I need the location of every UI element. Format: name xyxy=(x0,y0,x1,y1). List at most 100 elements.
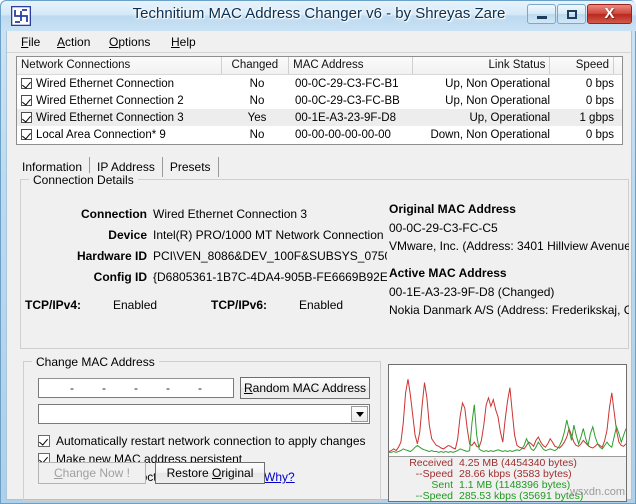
mac-separator: - xyxy=(70,381,74,395)
label-tcpipv4: TCP/IPv4: xyxy=(25,298,82,312)
change-mac-address-group: Change MAC Address - - - - - Random MAC … xyxy=(23,355,381,501)
row-mac-cell: 00-00-00-00-00-00 xyxy=(295,128,391,141)
row-speed-cell: 0 bps xyxy=(585,94,614,107)
label-device: Device xyxy=(108,228,147,242)
menu-bar: File Action Options Help xyxy=(7,31,631,53)
client-area: File Action Options Help Network Connect… xyxy=(6,31,632,502)
mac-address-input[interactable]: - - - - - xyxy=(38,378,234,398)
sent-speed-label: --Speed xyxy=(415,490,453,502)
checkbox-auto-restart-label: Automatically restart network connection… xyxy=(56,434,366,448)
menu-action[interactable]: Action xyxy=(51,34,96,50)
row-name-cell[interactable]: Wired Ethernet Connection 2 xyxy=(17,94,223,107)
random-mac-label: Random MAC Address xyxy=(243,381,367,395)
chevron-down-icon[interactable] xyxy=(351,406,368,422)
why-link[interactable]: Why? xyxy=(264,470,295,484)
column-header-changed[interactable]: Changed xyxy=(222,57,290,74)
original-mac-address: 00-0C-29-C3-FC-C5 xyxy=(389,221,498,235)
row-checkbox[interactable] xyxy=(21,77,32,89)
mac-separator: - xyxy=(134,381,138,395)
minimize-button[interactable] xyxy=(527,4,556,24)
row-changed-cell: Yes xyxy=(247,111,267,124)
column-header-mac-address[interactable]: MAC Address xyxy=(289,57,414,74)
label-hardware-id: Hardware ID xyxy=(76,249,147,263)
row-speed-cell: 1 gbps xyxy=(579,111,614,124)
label-connection: Connection xyxy=(81,207,147,221)
maximize-button[interactable] xyxy=(557,4,586,24)
table-row-selected[interactable]: Wired Ethernet Connection 3 Yes 00-1E-A3… xyxy=(17,109,622,126)
tab-presets[interactable]: Presets xyxy=(162,157,219,177)
network-traffic-panel: Received 4.25 MB (4454340 bytes) --Speed… xyxy=(388,364,627,502)
row-name-label: Local Area Connection* 9 xyxy=(36,128,166,141)
row-link-cell: Up, Non Operational xyxy=(445,94,550,107)
row-checkbox[interactable] xyxy=(21,111,32,123)
table-row[interactable]: Local Area Connection* 9 No 00-00-00-00-… xyxy=(17,126,622,143)
row-changed-cell: No xyxy=(249,128,265,141)
row-name-cell[interactable]: Wired Ethernet Connection xyxy=(17,77,223,90)
row-link-cell: Up, Non Operational xyxy=(445,77,550,90)
title-bar: Technitium MAC Address Changer v6 - by S… xyxy=(1,1,636,31)
value-config-id: {D6805361-1B7C-4DA4-905B-FE6669B92EC8} xyxy=(153,270,387,284)
value-hardware-id: PCI\VEN_8086&DEV_100F&SUBSYS_075015A[ xyxy=(153,249,387,263)
checkbox-auto-restart[interactable]: Automatically restart network connection… xyxy=(38,434,366,448)
table-row[interactable]: Wired Ethernet Connection No 00-0C-29-C3… xyxy=(17,75,622,92)
row-checkbox[interactable] xyxy=(21,128,32,140)
row-mac-cell: 00-0C-29-C3-FC-BB xyxy=(295,94,400,107)
connection-details-group: Connection Details Connection Wired Ethe… xyxy=(20,173,629,349)
close-icon: X xyxy=(604,5,615,22)
menu-options[interactable]: Options xyxy=(103,34,156,50)
row-link-cell: Up, Operational xyxy=(469,111,550,124)
row-name-label: Wired Ethernet Connection xyxy=(36,77,175,90)
restore-original-button[interactable]: Restore Original xyxy=(155,462,265,484)
mac-separator: - xyxy=(102,381,106,395)
column-header-network-connections[interactable]: Network Connections xyxy=(17,57,222,74)
active-mac-vendor: Nokia Danmark A/S (Address: Frederikskaj… xyxy=(389,303,629,317)
value-tcpipv6: Enabled xyxy=(299,298,344,312)
minimize-icon xyxy=(536,15,547,19)
close-button[interactable]: X xyxy=(587,4,632,24)
change-now-button[interactable]: Change Now ! xyxy=(38,462,146,484)
list-header: Network Connections Changed MAC Address … xyxy=(17,57,622,75)
preset-mac-combobox[interactable] xyxy=(38,404,370,424)
mac-separator: - xyxy=(166,381,170,395)
application-window: Technitium MAC Address Changer v6 - by S… xyxy=(0,0,636,504)
row-changed-cell: No xyxy=(249,94,265,107)
label-tcpipv6: TCP/IPv6: xyxy=(211,298,268,312)
active-mac-address: 00-1E-A3-23-9F-D8 (Changed) xyxy=(389,285,555,299)
row-speed-cell: 0 bps xyxy=(585,128,614,141)
value-tcpipv4: Enabled xyxy=(113,298,158,312)
menu-file[interactable]: File xyxy=(15,34,46,50)
change-now-label: Change Now ! xyxy=(53,466,131,480)
value-connection: Wired Ethernet Connection 3 xyxy=(153,207,308,221)
row-checkbox[interactable] xyxy=(21,94,32,106)
row-name-cell[interactable]: Local Area Connection* 9 xyxy=(17,128,223,141)
label-config-id: Config ID xyxy=(93,270,147,284)
value-device: Intel(R) PRO/1000 MT Network Connection … xyxy=(153,228,387,242)
change-mac-title: Change MAC Address xyxy=(32,355,159,369)
row-name-label: Wired Ethernet Connection 3 xyxy=(36,111,184,124)
column-header-filler xyxy=(614,57,622,74)
row-name-label: Wired Ethernet Connection 2 xyxy=(36,94,184,107)
row-mac-cell: 00-1E-A3-23-9F-D8 xyxy=(295,111,396,124)
row-speed-cell: 0 bps xyxy=(585,77,614,90)
original-mac-vendor: VMware, Inc. (Address: 3401 Hillview Ave… xyxy=(389,239,629,253)
table-row[interactable]: Wired Ethernet Connection 2 No 00-0C-29-… xyxy=(17,92,622,109)
random-mac-address-button[interactable]: Random MAC Address xyxy=(240,377,370,399)
row-link-cell: Down, Non Operational xyxy=(430,128,550,141)
network-connections-list[interactable]: Network Connections Changed MAC Address … xyxy=(16,56,623,145)
connection-details-title: Connection Details xyxy=(29,173,138,187)
column-header-link-status[interactable]: Link Status xyxy=(413,57,551,74)
traffic-graph xyxy=(389,365,626,456)
maximize-icon xyxy=(566,9,577,19)
restore-original-label: Restore Original xyxy=(166,466,254,480)
row-name-cell[interactable]: Wired Ethernet Connection 3 xyxy=(17,111,223,124)
column-header-speed[interactable]: Speed xyxy=(550,57,615,74)
original-mac-heading: Original MAC Address xyxy=(389,202,516,216)
watermark: wsxdn.com xyxy=(569,486,625,498)
mac-separator: - xyxy=(198,381,202,395)
row-changed-cell: No xyxy=(249,77,265,90)
row-mac-cell: 00-0C-29-C3-FC-B1 xyxy=(295,77,399,90)
menu-help[interactable]: Help xyxy=(165,34,202,50)
checkbox-auto-restart-box[interactable] xyxy=(38,435,50,447)
active-mac-heading: Active MAC Address xyxy=(389,266,507,280)
sent-speed-value: 285.53 kbps (35691 bytes) xyxy=(459,490,584,502)
